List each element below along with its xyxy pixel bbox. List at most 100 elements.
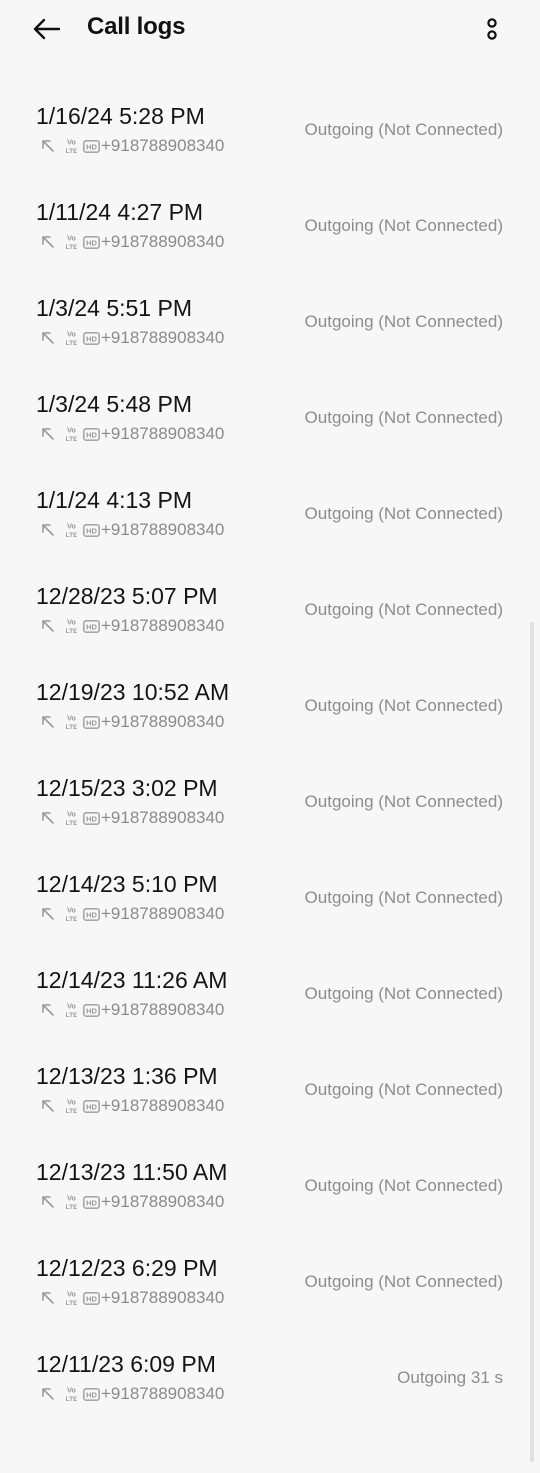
call-log-row[interactable]: 12/19/23 10:52 AM Vo LTE HD +91878890834… (0, 662, 540, 758)
scrollbar[interactable] (530, 622, 534, 1462)
call-log-row[interactable]: 12/12/23 6:29 PM Vo LTE HD +918788908340… (0, 1238, 540, 1334)
svg-text:Vo: Vo (67, 1386, 76, 1395)
phone-number: +918788908340 (101, 1288, 225, 1307)
svg-text:HD: HD (86, 1390, 97, 1399)
call-status: Outgoing (Not Connected) (304, 696, 503, 715)
call-log-row[interactable]: 1/3/24 5:51 PM Vo LTE HD +918788908340 O… (0, 278, 540, 374)
hd-icon: HD (83, 619, 100, 633)
call-meta: Vo LTE HD +918788908340 (40, 136, 224, 156)
svg-text:LTE: LTE (66, 724, 78, 731)
call-datetime: 12/28/23 5:07 PM (36, 583, 218, 609)
call-datetime: 1/3/24 5:48 PM (36, 391, 192, 417)
svg-text:LTE: LTE (66, 628, 78, 635)
call-datetime: 1/11/24 4:27 PM (36, 199, 204, 225)
call-status: Outgoing 31 s (397, 1368, 503, 1387)
call-log-row[interactable]: 12/28/23 5:07 PM Vo LTE HD +918788908340… (0, 566, 540, 662)
call-status: Outgoing (Not Connected) (304, 984, 503, 1003)
svg-text:HD: HD (86, 1294, 97, 1303)
svg-text:LTE: LTE (66, 916, 78, 923)
outgoing-call-icon (42, 620, 54, 632)
call-meta: Vo LTE HD +918788908340 (40, 1192, 224, 1212)
more-options-button[interactable] (478, 14, 506, 44)
svg-text:HD: HD (86, 814, 97, 823)
hd-icon: HD (83, 1003, 100, 1017)
volte-icon: Vo LTE (66, 522, 78, 540)
svg-text:Vo: Vo (67, 714, 76, 723)
call-status: Outgoing (Not Connected) (304, 1176, 503, 1195)
call-log-list: 1/16/24 5:28 PM Vo LTE HD +918788908340 … (0, 86, 540, 1430)
outgoing-call-icon (42, 1292, 54, 1304)
call-meta: Vo LTE HD +918788908340 (40, 712, 224, 732)
hd-icon: HD (83, 1099, 100, 1113)
volte-icon: Vo LTE (66, 1098, 78, 1116)
call-log-row[interactable]: 1/16/24 5:28 PM Vo LTE HD +918788908340 … (0, 86, 540, 182)
hd-icon: HD (83, 331, 100, 345)
volte-icon: Vo LTE (66, 1290, 78, 1308)
outgoing-call-icon (42, 1004, 54, 1016)
hd-icon: HD (83, 139, 100, 153)
volte-icon: Vo LTE (66, 714, 78, 732)
more-vertical-icon (487, 18, 497, 40)
svg-text:Vo: Vo (67, 1194, 76, 1203)
svg-text:HD: HD (86, 1006, 97, 1015)
svg-text:Vo: Vo (67, 1290, 76, 1299)
phone-number: +918788908340 (101, 1192, 225, 1211)
phone-number: +918788908340 (101, 712, 225, 731)
app-bar: Call logs (0, 0, 540, 60)
svg-text:HD: HD (86, 718, 97, 727)
svg-text:HD: HD (86, 430, 97, 439)
svg-text:LTE: LTE (66, 1204, 78, 1211)
call-status: Outgoing (Not Connected) (304, 312, 503, 331)
volte-icon: Vo LTE (66, 906, 78, 924)
phone-number: +918788908340 (101, 1000, 225, 1019)
call-log-row[interactable]: 12/14/23 5:10 PM Vo LTE HD +918788908340… (0, 854, 540, 950)
call-datetime: 12/14/23 11:26 AM (36, 967, 228, 993)
outgoing-call-icon (42, 1388, 54, 1400)
svg-text:LTE: LTE (66, 1300, 78, 1307)
svg-text:Vo: Vo (67, 1098, 76, 1107)
volte-icon: Vo LTE (66, 1002, 78, 1020)
hd-icon: HD (83, 907, 100, 921)
outgoing-call-icon (42, 1100, 54, 1112)
hd-icon: HD (83, 1195, 100, 1209)
call-log-row[interactable]: 12/13/23 1:36 PM Vo LTE HD +918788908340… (0, 1046, 540, 1142)
call-log-row[interactable]: 12/11/23 6:09 PM Vo LTE HD +918788908340… (0, 1334, 540, 1430)
call-meta: Vo LTE HD +918788908340 (40, 424, 224, 444)
call-datetime: 12/13/23 11:50 AM (36, 1159, 228, 1185)
svg-text:Vo: Vo (67, 330, 76, 339)
call-status: Outgoing (Not Connected) (304, 888, 503, 907)
back-button[interactable] (30, 14, 64, 44)
svg-text:LTE: LTE (66, 244, 78, 251)
svg-text:LTE: LTE (66, 340, 78, 347)
volte-icon: Vo LTE (66, 1386, 78, 1404)
hd-icon: HD (83, 523, 100, 537)
svg-text:Vo: Vo (67, 138, 76, 147)
svg-text:Vo: Vo (67, 234, 76, 243)
phone-number: +918788908340 (101, 328, 225, 347)
outgoing-call-icon (42, 524, 54, 536)
hd-icon: HD (83, 811, 100, 825)
hd-icon: HD (83, 235, 100, 249)
volte-icon: Vo LTE (66, 1194, 78, 1212)
outgoing-call-icon (42, 428, 54, 440)
call-log-row[interactable]: 1/1/24 4:13 PM Vo LTE HD +918788908340 O… (0, 470, 540, 566)
call-meta: Vo LTE HD +918788908340 (40, 1384, 224, 1404)
svg-text:LTE: LTE (66, 148, 78, 155)
call-log-row[interactable]: 12/14/23 11:26 AM Vo LTE HD +91878890834… (0, 950, 540, 1046)
call-log-row[interactable]: 12/13/23 11:50 AM Vo LTE HD +91878890834… (0, 1142, 540, 1238)
phone-number: +918788908340 (101, 424, 225, 443)
svg-text:LTE: LTE (66, 436, 78, 443)
call-log-row[interactable]: 1/11/24 4:27 PM Vo LTE HD +918788908340 … (0, 182, 540, 278)
hd-icon: HD (83, 427, 100, 441)
hd-icon: HD (83, 1291, 100, 1305)
outgoing-call-icon (42, 908, 54, 920)
call-status: Outgoing (Not Connected) (304, 504, 503, 523)
call-log-row[interactable]: 1/3/24 5:48 PM Vo LTE HD +918788908340 O… (0, 374, 540, 470)
svg-text:HD: HD (86, 622, 97, 631)
call-log-row[interactable]: 12/15/23 3:02 PM Vo LTE HD +918788908340… (0, 758, 540, 854)
phone-number: +918788908340 (101, 232, 225, 251)
svg-text:HD: HD (86, 1102, 97, 1111)
svg-text:LTE: LTE (66, 532, 78, 539)
page-title: Call logs (87, 13, 186, 40)
svg-text:HD: HD (86, 142, 97, 151)
